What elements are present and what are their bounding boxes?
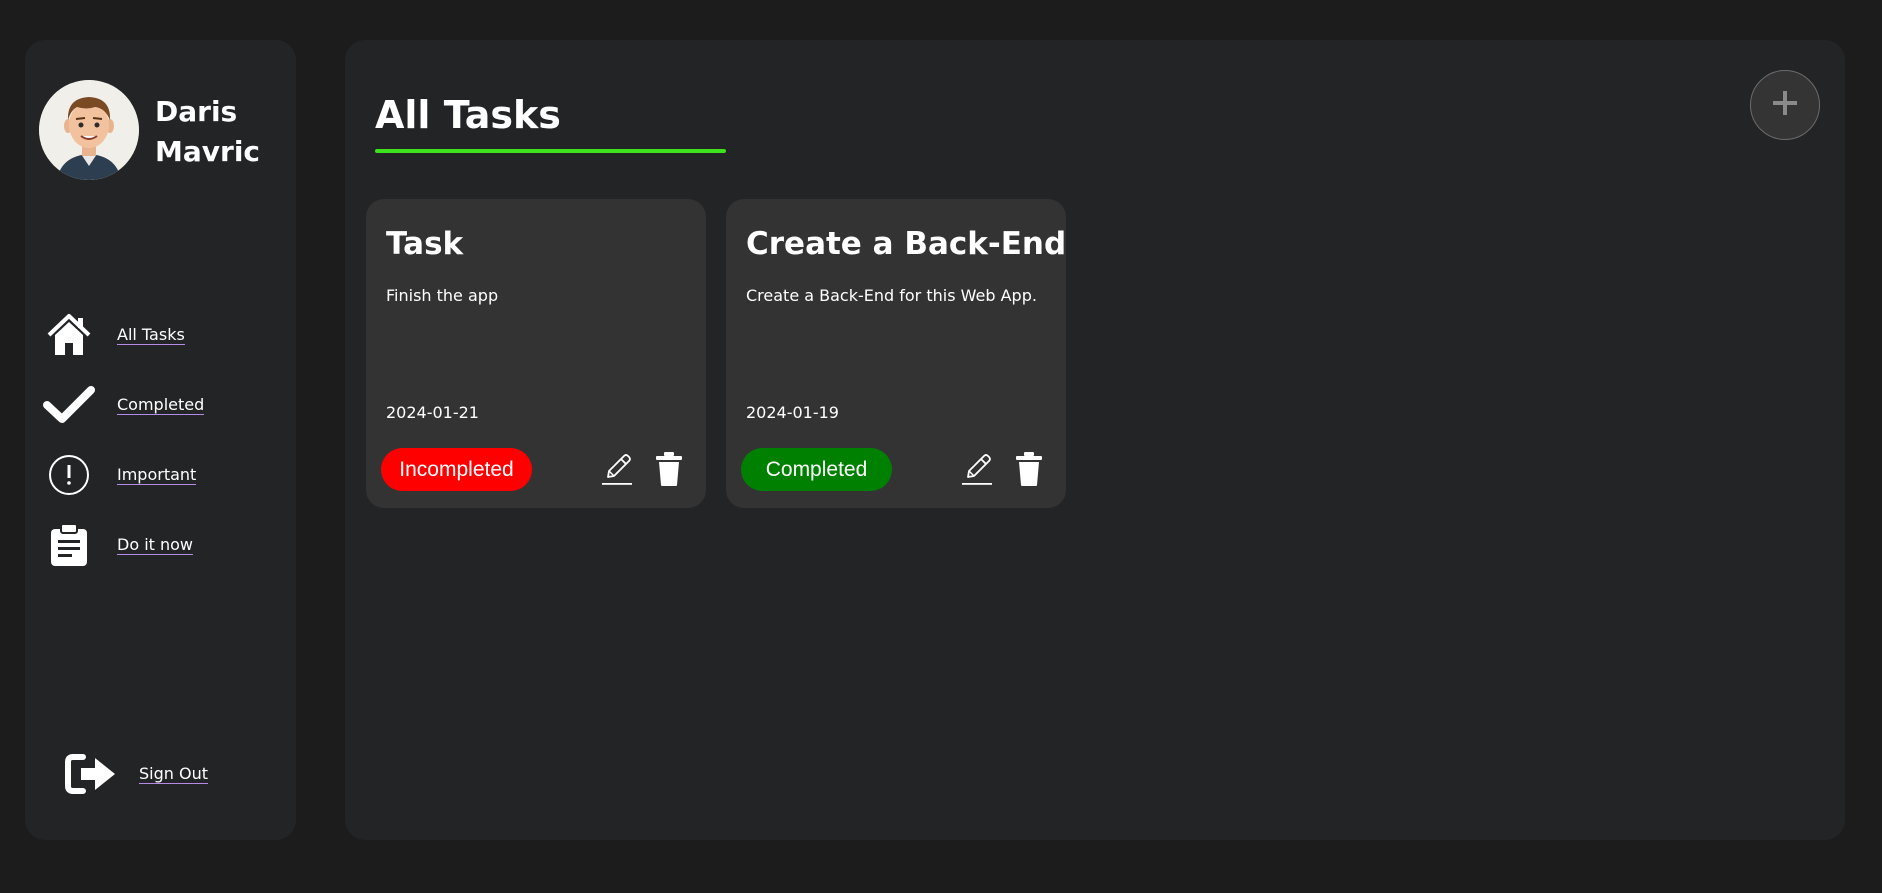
task-description: Finish the app	[386, 286, 499, 305]
checkmark-icon	[43, 379, 95, 431]
sidebar-item-label: All Tasks	[117, 324, 185, 345]
sign-out-icon	[63, 746, 119, 802]
sign-out-label: Sign Out	[139, 763, 208, 784]
task-date: 2024-01-21	[386, 403, 479, 422]
task-description: Create a Back-End for this Web App.	[746, 286, 1037, 305]
trash-icon[interactable]	[655, 451, 683, 487]
status-toggle-button[interactable]: Completed	[741, 448, 892, 491]
task-title: Create a Back-End	[746, 226, 1067, 262]
page-title: All Tasks	[375, 93, 561, 137]
sign-out-button[interactable]: Sign Out	[63, 746, 208, 802]
sidebar-item-do-it-now[interactable]: Do it now	[43, 510, 204, 580]
sidebar-item-completed[interactable]: Completed	[43, 370, 205, 440]
sidebar-item-label: Do it now	[117, 534, 194, 555]
sidebar: Daris Mavric All Tasks Completed Importa…	[25, 40, 296, 840]
title-underline	[375, 149, 726, 153]
sidebar-item-label: Completed	[117, 394, 205, 415]
task-title: Task	[386, 226, 464, 262]
app-root: Daris Mavric All Tasks Completed Importa…	[0, 0, 1882, 893]
edit-icon[interactable]	[960, 450, 994, 488]
sidebar-nav: All Tasks Completed Important Do it now	[43, 300, 205, 580]
status-toggle-button[interactable]: Incompleted	[381, 448, 532, 491]
user-profile: Daris Mavric	[39, 80, 275, 180]
add-task-button[interactable]	[1750, 70, 1820, 140]
main-panel: All Tasks Task Finish the app 2024-01-21…	[345, 40, 1845, 840]
task-card: Task Finish the app 2024-01-21 Incomplet…	[366, 199, 706, 508]
plus-icon	[1770, 88, 1800, 122]
exclamation-circle-icon	[43, 449, 95, 501]
sidebar-item-important[interactable]: Important	[43, 440, 204, 510]
sidebar-item-label: Important	[117, 464, 197, 485]
task-date: 2024-01-19	[746, 403, 839, 422]
clipboard-icon	[43, 519, 95, 571]
user-name: Daris Mavric	[155, 95, 261, 168]
sidebar-item-all-tasks[interactable]: All Tasks	[43, 300, 204, 370]
task-card: Create a Back-End Create a Back-End for …	[726, 199, 1066, 508]
edit-icon[interactable]	[600, 450, 634, 488]
home-icon	[43, 309, 95, 361]
avatar	[39, 80, 139, 180]
trash-icon[interactable]	[1015, 451, 1043, 487]
